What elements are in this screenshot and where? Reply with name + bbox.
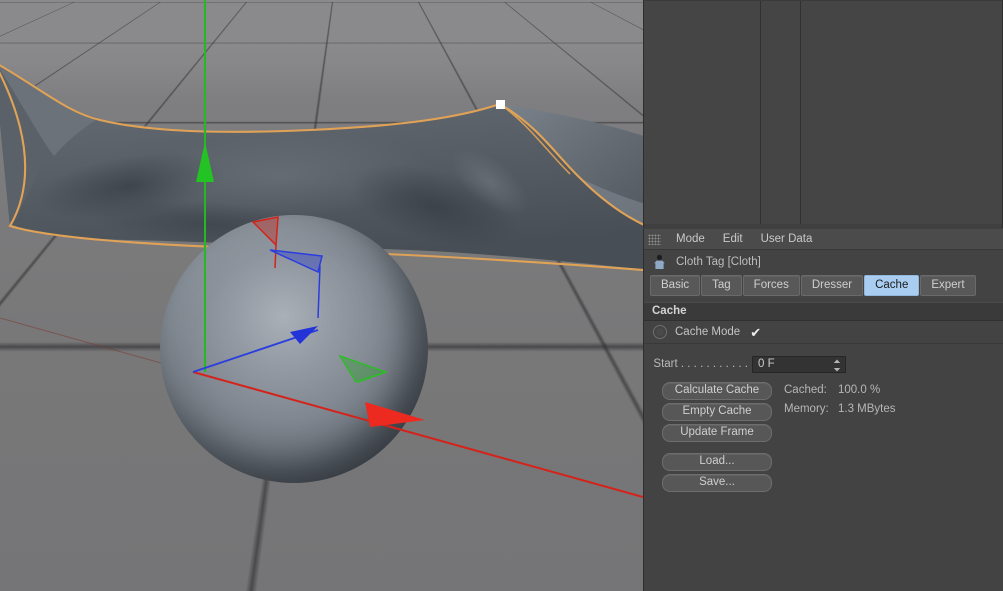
memory-label: Memory:	[784, 403, 829, 415]
start-frame-value: 0 F	[758, 358, 775, 370]
tab-forces[interactable]: Forces	[742, 275, 800, 296]
memory-info: Memory: 1.3 MBytes	[784, 401, 896, 418]
load-button[interactable]: Load...	[662, 453, 772, 471]
object-manager-divider-1[interactable]	[760, 1, 761, 224]
start-frame-input[interactable]: 0 F	[752, 355, 846, 373]
vertex-handle[interactable]	[496, 100, 505, 109]
cached-value: 100.0 %	[838, 384, 881, 396]
menu-item-user-data[interactable]: User Data	[752, 229, 822, 249]
empty-cache-button[interactable]: Empty Cache	[662, 403, 772, 421]
memory-value: 1.3 MBytes	[838, 403, 896, 415]
tab-cache[interactable]: Cache	[864, 275, 920, 296]
cached-label: Cached:	[784, 384, 827, 396]
grip-dots-icon[interactable]	[648, 233, 661, 245]
group-header-cache: Cache	[644, 302, 1003, 321]
cache-mode-checkbox[interactable]: ✔	[750, 326, 761, 339]
object-manager-divider-2[interactable]	[800, 1, 801, 224]
object-manager[interactable]	[643, 0, 1003, 228]
menu-item-edit[interactable]: Edit	[714, 229, 752, 249]
menu-item-mode[interactable]: Mode	[667, 229, 714, 249]
attribute-tabs[interactable]: Basic Tag Forces Dresser Cache Expert	[644, 275, 1003, 296]
right-dock: Mode Edit User Data Cloth Tag [Cloth] Ba…	[643, 0, 1003, 591]
cache-info-block: Cached: 100.0 % Memory: 1.3 MBytes	[784, 382, 896, 418]
attribute-manager: Mode Edit User Data Cloth Tag [Cloth] Ba…	[643, 229, 1003, 591]
cache-io-buttons: Load... Save...	[644, 453, 1003, 492]
tab-dresser[interactable]: Dresser	[800, 275, 864, 296]
save-button[interactable]: Save...	[662, 474, 772, 492]
collider-sphere[interactable]	[160, 215, 428, 483]
spinner-updown-icon[interactable]	[833, 359, 841, 372]
radio-circle-icon[interactable]	[653, 325, 667, 339]
attribute-header: Cloth Tag [Cloth]	[644, 250, 1003, 274]
attribute-menubar[interactable]: Mode Edit User Data	[644, 229, 1003, 250]
tab-expert[interactable]: Expert	[920, 275, 976, 296]
calculate-cache-button[interactable]: Calculate Cache	[662, 382, 772, 400]
object-manager-footer	[644, 224, 1002, 228]
page-title: Cloth Tag [Cloth]	[676, 256, 761, 268]
update-frame-button[interactable]: Update Frame	[662, 424, 772, 442]
cache-mode-row[interactable]: Cache Mode ✔	[644, 321, 1003, 344]
cache-actions-row: Calculate Cache Empty Cache Update Frame…	[644, 382, 1003, 442]
cloth-tag-icon	[652, 254, 667, 271]
start-frame-label: Start . . . . . . . . . . .	[653, 358, 748, 370]
cached-info: Cached: 100.0 %	[784, 382, 896, 399]
3d-viewport[interactable]	[0, 0, 643, 591]
cache-mode-label: Cache Mode	[675, 326, 741, 338]
start-frame-row: Start . . . . . . . . . . . 0 F	[644, 354, 1003, 374]
cache-action-buttons: Calculate Cache Empty Cache Update Frame	[662, 382, 772, 442]
tab-tag[interactable]: Tag	[701, 275, 742, 296]
tab-basic[interactable]: Basic	[650, 275, 701, 296]
